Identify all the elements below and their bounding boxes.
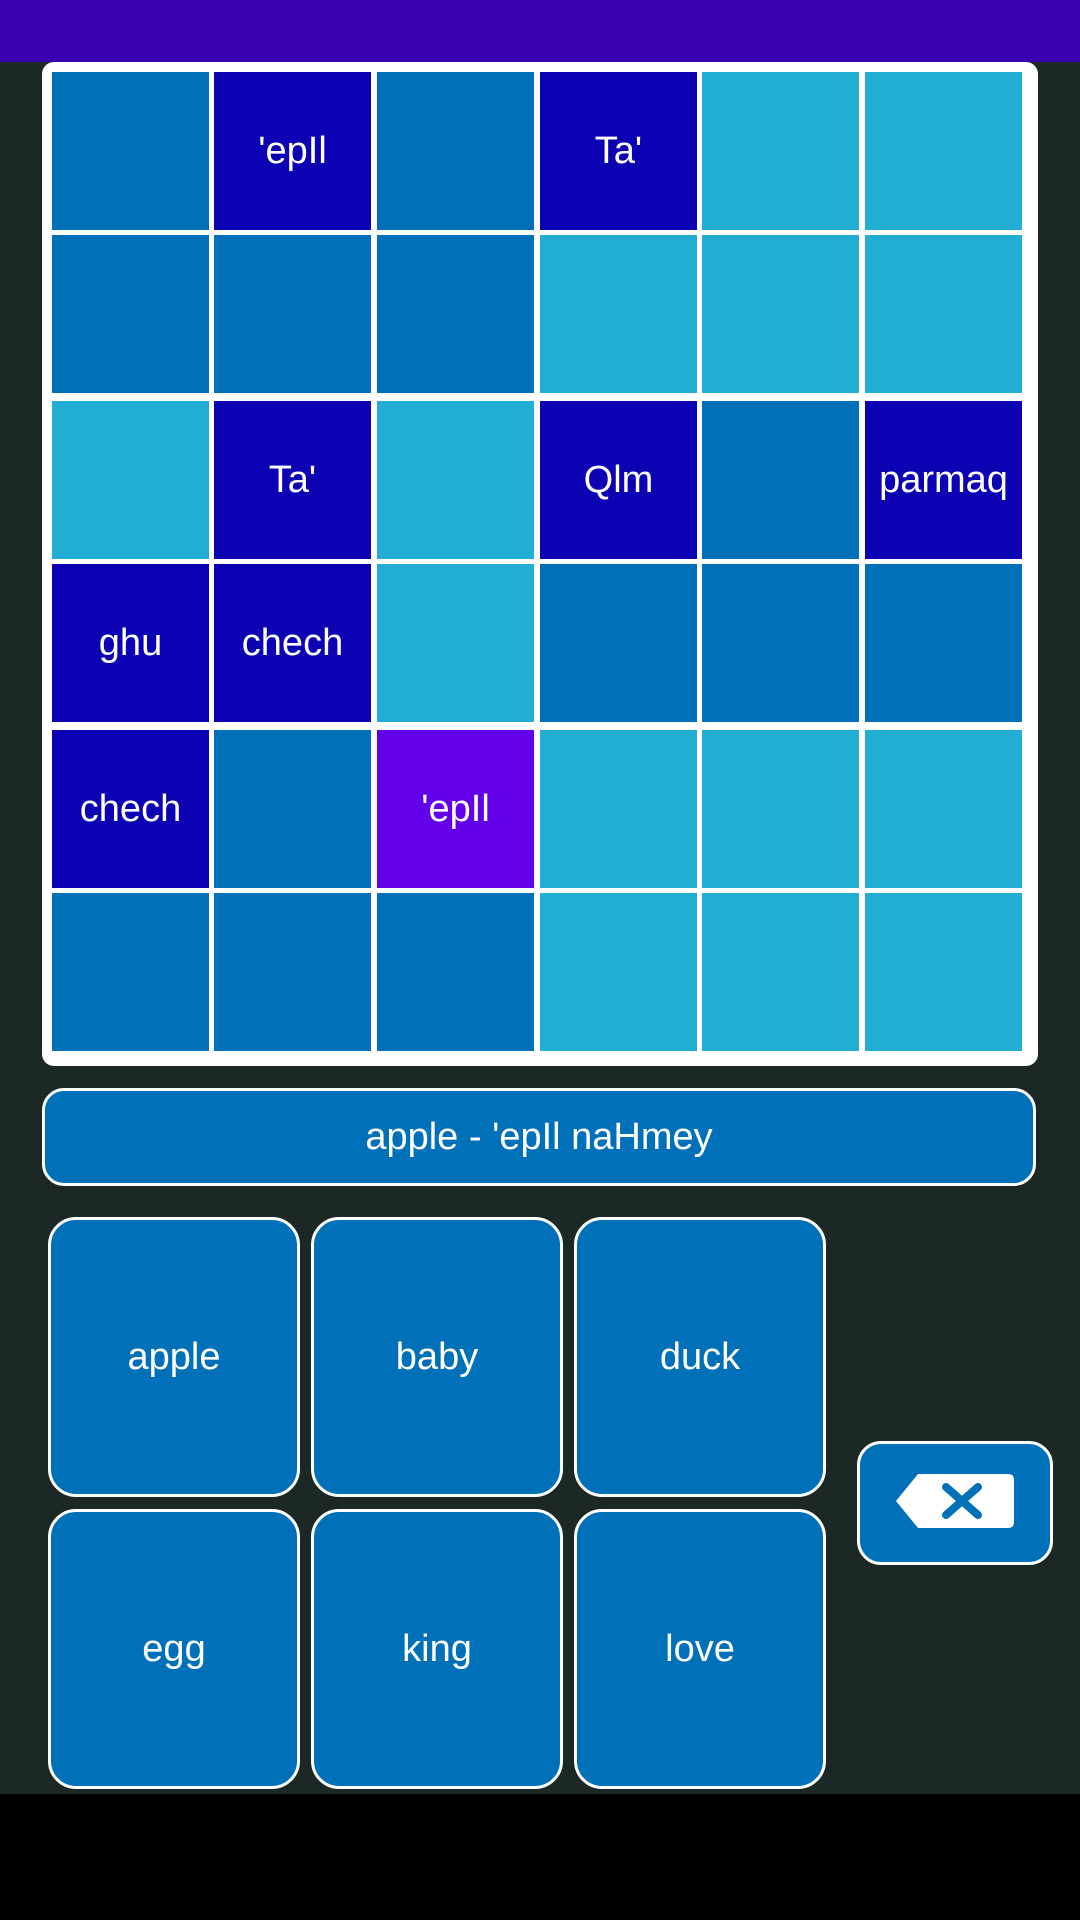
grid-cell-r2-c5[interactable]: [702, 235, 859, 393]
grid-cell-r3-c2[interactable]: Ta': [214, 401, 371, 559]
grid-cell-r4-c1[interactable]: ghu: [52, 564, 209, 722]
grid-cell-r6-c3[interactable]: [377, 893, 534, 1051]
grid-cell-r1-c5[interactable]: [702, 72, 859, 230]
grid-cell-label: chech: [241, 621, 344, 664]
key-duck[interactable]: duck: [574, 1217, 826, 1497]
grid-cell-label: Ta': [268, 458, 317, 501]
grid-cell-r3-c1[interactable]: [52, 401, 209, 559]
grid-cell-r1-c1[interactable]: [52, 72, 209, 230]
grid-cell-label: chech: [79, 787, 182, 830]
grid-cell-label: 'epIl: [258, 129, 327, 172]
grid-cell-label: 'epIl: [421, 787, 490, 830]
key-label: egg: [142, 1627, 206, 1670]
grid-cell-r6-c1[interactable]: [52, 893, 209, 1051]
word-display-text: apple - 'epIl naHmey: [365, 1115, 713, 1158]
backspace-icon: [896, 1473, 1014, 1533]
key-king[interactable]: king: [311, 1509, 563, 1789]
grid-cell-r1-c4[interactable]: Ta': [540, 72, 697, 230]
key-apple[interactable]: apple: [48, 1217, 300, 1497]
grid-cell-r2-c4[interactable]: [540, 235, 697, 393]
key-label: duck: [659, 1335, 741, 1378]
grid-cell-r3-c3[interactable]: [377, 401, 534, 559]
grid-cell-r6-c4[interactable]: [540, 893, 697, 1051]
grid-cell-r6-c6[interactable]: [865, 893, 1022, 1051]
key-label: king: [402, 1627, 472, 1670]
grid-cell-r6-c5[interactable]: [702, 893, 859, 1051]
word-display: apple - 'epIl naHmey: [42, 1088, 1036, 1186]
key-baby[interactable]: baby: [311, 1217, 563, 1497]
grid-cell-r4-c3[interactable]: [377, 564, 534, 722]
grid-cell-r3-c6[interactable]: parmaq: [865, 401, 1022, 559]
grid-cell-r4-c5[interactable]: [702, 564, 859, 722]
grid-cell-label: Qlm: [583, 458, 654, 501]
grid-cell-label: ghu: [98, 621, 163, 664]
grid-cell-r1-c3[interactable]: [377, 72, 534, 230]
grid-cell-r5-c1[interactable]: chech: [52, 730, 209, 888]
key-label: apple: [127, 1335, 221, 1378]
grid-cell-r4-c2[interactable]: chech: [214, 564, 371, 722]
key-love[interactable]: love: [574, 1509, 826, 1789]
grid-cell-r5-c4[interactable]: [540, 730, 697, 888]
grid-cell-label: Ta': [594, 129, 643, 172]
grid-cell-r4-c6[interactable]: [865, 564, 1022, 722]
grid-cell-r4-c4[interactable]: [540, 564, 697, 722]
game-board: 'epIl Ta' Ta' Qlm parmaq ghu chech chech 'epIl: [42, 62, 1038, 1066]
grid-cell-label: parmaq: [879, 458, 1008, 501]
grid-cell-r3-c4[interactable]: Qlm: [540, 401, 697, 559]
grid-cell-r1-c2[interactable]: 'epIl: [214, 72, 371, 230]
grid-cell-r1-c6[interactable]: [865, 72, 1022, 230]
grid-cell-r2-c6[interactable]: [865, 235, 1022, 393]
navigation-bar: [0, 1794, 1080, 1920]
grid-cell-r5-c6[interactable]: [865, 730, 1022, 888]
grid-cell-r3-c5[interactable]: [702, 401, 859, 559]
backspace-button[interactable]: [857, 1441, 1053, 1565]
grid-cell-r2-c1[interactable]: [52, 235, 209, 393]
grid-cell-r6-c2[interactable]: [214, 893, 371, 1051]
status-bar: [0, 0, 1080, 62]
grid-cell-r5-c5[interactable]: [702, 730, 859, 888]
key-label: love: [665, 1627, 735, 1670]
grid-cell-r2-c3[interactable]: [377, 235, 534, 393]
key-egg[interactable]: egg: [48, 1509, 300, 1789]
key-label: baby: [395, 1335, 479, 1378]
grid-cell-r5-c3[interactable]: 'epIl: [377, 730, 534, 888]
grid-cell-r2-c2[interactable]: [214, 235, 371, 393]
grid-cell-r5-c2[interactable]: [214, 730, 371, 888]
